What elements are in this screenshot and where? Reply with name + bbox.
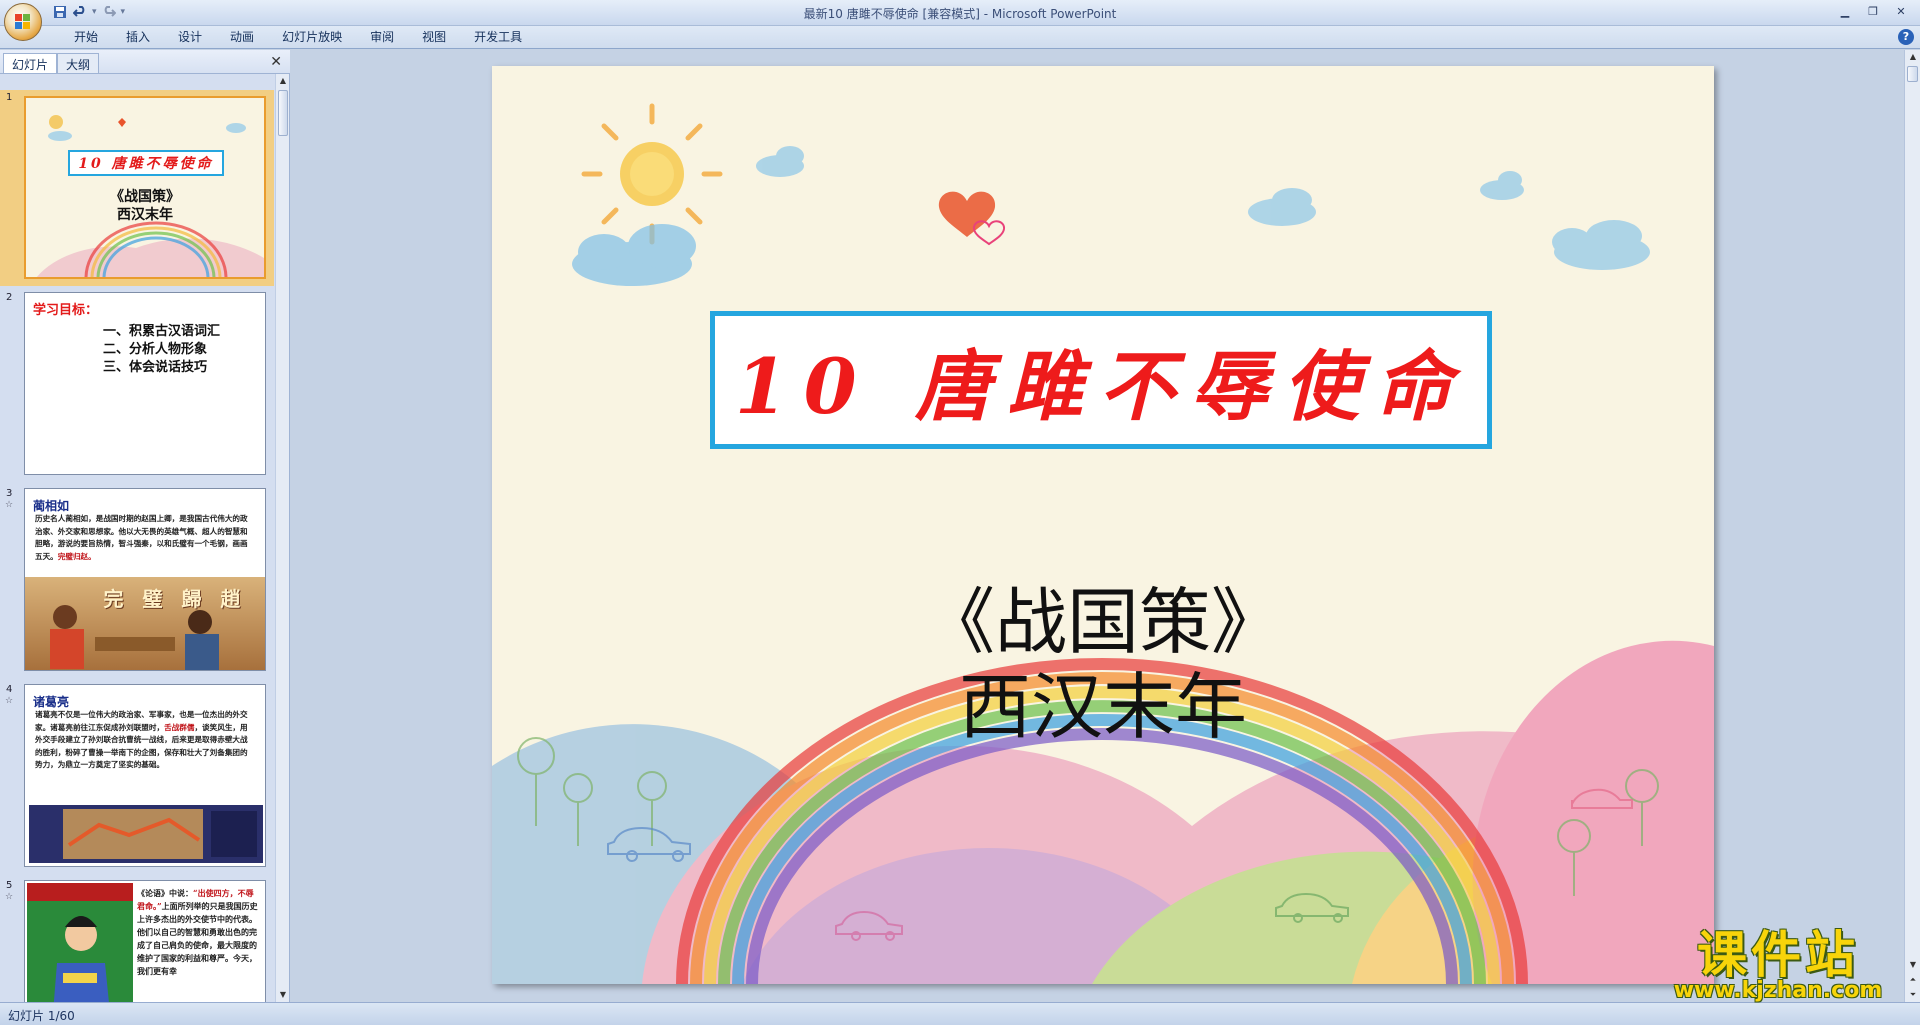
thumb-illustration xyxy=(27,883,133,1002)
slide-thumbnail[interactable]: 蔺相如 历史名人蔺相如，是战国时期的赵国上卿，是我国古代伟大的政治家、外交家和思… xyxy=(24,488,266,671)
thumb-title-box: 10 唐雎不辱使命 xyxy=(68,150,224,176)
pane-tabs: 幻灯片 大纲 ✕ xyxy=(0,50,290,74)
thumb-paragraph: 诸葛亮不仅是一位伟大的政治家、军事家，也是一位杰出的外交家。诸葛亮前往江东促成孙… xyxy=(35,709,255,772)
watermark-text: 课件站 xyxy=(1697,926,1859,984)
thumb-heading: 蔺相如 xyxy=(33,499,70,513)
cloud-icon xyxy=(1552,220,1650,270)
window-controls: ▁ ❐ ✕ xyxy=(1832,2,1914,20)
thumb-list-item: 三、体会说话技巧 xyxy=(103,360,208,375)
thumb-subtitle-line: 《战国策》 xyxy=(110,189,180,205)
slide-number: 2 xyxy=(6,292,13,303)
scroll-down-icon[interactable]: ▼ xyxy=(276,988,290,1002)
slides-pane: 幻灯片 大纲 ✕ 1 10 唐雎不辱使命 《战国策》 西汉末年 2 学习目标： … xyxy=(0,50,290,1002)
thumbnail-row[interactable]: 3 ☆ 蔺相如 历史名人蔺相如，是战国时期的赵国上卿，是我国古代伟大的政治家、外… xyxy=(0,484,274,680)
cloud-icon xyxy=(756,146,804,177)
thumb-heading: 诸葛亮 xyxy=(33,695,70,709)
scroll-down-icon[interactable]: ▼ xyxy=(1905,958,1920,972)
thumb-text: 《论语》中说： xyxy=(137,888,193,898)
tab-home[interactable]: 开始 xyxy=(60,30,112,45)
slide-number: 4 xyxy=(6,684,13,695)
office-button[interactable] xyxy=(4,3,42,41)
thumb-list-item: 一、积累古汉语词汇 xyxy=(103,324,221,339)
slide-number: 1 xyxy=(6,92,13,103)
watermark-logo: 课件站 www.kjzhan.com xyxy=(1662,928,1894,1004)
thumbnail-row[interactable]: 1 10 唐雎不辱使命 《战国策》 西汉末年 xyxy=(0,90,274,286)
thumb-illustration-art xyxy=(27,883,133,1002)
ribbon-tabs: 开始 插入 设计 动画 幻灯片放映 审阅 视图 开发工具 xyxy=(60,30,536,45)
next-slide-icon[interactable]: ⏷ xyxy=(1905,988,1920,1002)
tab-design[interactable]: 设计 xyxy=(164,30,216,45)
help-icon[interactable]: ? xyxy=(1898,29,1914,45)
pane-close-icon[interactable]: ✕ xyxy=(270,54,282,70)
slide-thumbnail[interactable]: 10 唐雎不辱使命 《战国策》 西汉末年 xyxy=(24,96,266,279)
thumb-heading: 学习目标： xyxy=(33,303,99,318)
slide-title: 10 唐雎不辱使命 xyxy=(734,342,1468,431)
cloud-icon xyxy=(1480,171,1524,200)
slide-title-box[interactable]: 10 唐雎不辱使命 xyxy=(710,311,1492,449)
slide-number: 5 xyxy=(6,880,13,891)
thumbnail-row[interactable]: 5 ☆ 《论语》中说：“出使四方，不辱君命。”上面所列举的只是我国历史上许多杰出… xyxy=(0,876,274,1002)
slide-thumbnail[interactable]: 《论语》中说：“出使四方，不辱君命。”上面所列举的只是我国历史上许多杰出的外交使… xyxy=(24,880,266,1002)
tab-animations[interactable]: 动画 xyxy=(216,30,268,45)
thumb-title: 10 唐雎不辱使命 xyxy=(78,156,214,172)
slide-number: 3 xyxy=(6,488,13,499)
sun-icon xyxy=(581,103,723,245)
tab-developer[interactable]: 开发工具 xyxy=(460,30,536,45)
scroll-up-icon[interactable]: ▲ xyxy=(276,74,290,88)
thumb-highlight: 完璧归赵。 xyxy=(57,551,96,561)
tab-slides[interactable]: 幻灯片 xyxy=(3,53,58,73)
scrollbar-thumb[interactable] xyxy=(1907,66,1918,82)
office-logo-icon xyxy=(15,14,31,30)
previous-slide-icon[interactable]: ⏶ xyxy=(1905,973,1920,987)
tab-insert[interactable]: 插入 xyxy=(112,30,164,45)
thumbnails-scrollbar[interactable]: ▲ ▼ xyxy=(275,74,289,1002)
ribbon: 开始 插入 设计 动画 幻灯片放映 审阅 视图 开发工具 ? xyxy=(0,26,1920,49)
slide-thumbnails: 1 10 唐雎不辱使命 《战国策》 西汉末年 2 学习目标： 一、积累古汉语词汇… xyxy=(0,74,274,1002)
slide-thumbnail[interactable]: 诸葛亮 诸葛亮不仅是一位伟大的政治家、军事家，也是一位杰出的外交家。诸葛亮前往江… xyxy=(24,684,266,867)
thumb-list: 一、积累古汉语词汇 二、分析人物形象 三、体会说话技巧 xyxy=(103,323,220,377)
slide-counter: 幻灯片 1/60 xyxy=(8,1009,75,1023)
tab-outline[interactable]: 大纲 xyxy=(57,53,100,73)
heart-icon xyxy=(938,191,1006,246)
tab-slideshow[interactable]: 幻灯片放映 xyxy=(268,30,356,45)
minimize-icon[interactable]: ▁ xyxy=(1832,2,1858,20)
current-slide[interactable]: 10 唐雎不辱使命 《战国策》 西汉末年 xyxy=(492,66,1714,984)
thumb-banner: 完 璧 歸 趙 xyxy=(103,587,247,611)
watermark-url: www.kjzhan.com xyxy=(1673,978,1883,1003)
scroll-up-icon[interactable]: ▲ xyxy=(1905,50,1920,64)
thumbnail-row[interactable]: 4 ☆ 诸葛亮 诸葛亮不仅是一位伟大的政治家、军事家，也是一位杰出的外交家。诸葛… xyxy=(0,680,274,876)
title-bar: ▾ ▾ 最新10 唐雎不辱使命 [兼容模式] - Microsoft Power… xyxy=(0,0,1920,41)
slide-thumbnail[interactable]: 学习目标： 一、积累古汉语词汇 二、分析人物形象 三、体会说话技巧 xyxy=(24,292,266,475)
slide-editing-area: 10 唐雎不辱使命 《战国策》 西汉末年 xyxy=(291,50,1903,1002)
scrollbar-thumb[interactable] xyxy=(278,90,288,136)
thumb-illustration: 完 璧 歸 趙 xyxy=(25,577,265,670)
thumb-paragraph: 历史名人蔺相如，是战国时期的赵国上卿，是我国古代伟大的政治家、外交家和思想家。他… xyxy=(35,513,255,563)
tab-review[interactable]: 审阅 xyxy=(356,30,408,45)
animation-star-icon: ☆ xyxy=(5,500,14,510)
editor-scrollbar[interactable]: ▲ ▼ ⏶ ⏷ xyxy=(1904,50,1920,1002)
cloud-icon xyxy=(572,224,696,286)
animation-star-icon: ☆ xyxy=(5,892,14,902)
cloud-icon xyxy=(1248,188,1316,226)
slide-subtitle-era[interactable]: 西汉末年 xyxy=(492,671,1714,743)
thumb-list-item: 二、分析人物形象 xyxy=(103,342,208,357)
thumb-paragraph: 《论语》中说：“出使四方，不辱君命。”上面所列举的只是我国历史上许多杰出的外交使… xyxy=(137,887,261,978)
close-icon[interactable]: ✕ xyxy=(1888,2,1914,20)
animation-star-icon: ☆ xyxy=(5,696,14,706)
status-bar: 幻灯片 1/60 xyxy=(0,1002,1920,1025)
thumb-illustration xyxy=(29,805,263,863)
thumb-text: 上面所列举的只是我国历史上许多杰出的外交使节中的代表。他们以自己的智慧和勇敢出色… xyxy=(137,901,258,976)
window-title: 最新10 唐雎不辱使命 [兼容模式] - Microsoft PowerPoin… xyxy=(803,7,1117,21)
slide-subtitle-source[interactable]: 《战国策》 xyxy=(492,586,1714,658)
thumb-illustration-art xyxy=(63,809,257,859)
thumbnail-row[interactable]: 2 学习目标： 一、积累古汉语词汇 二、分析人物形象 三、体会说话技巧 xyxy=(0,286,274,482)
restore-icon[interactable]: ❐ xyxy=(1860,2,1886,20)
thumb-subtitle-line: 西汉末年 xyxy=(117,207,173,223)
slide-background-art xyxy=(492,103,1714,984)
thumb-highlight: 舌战群儒 xyxy=(164,722,195,732)
tab-view[interactable]: 视图 xyxy=(408,30,460,45)
